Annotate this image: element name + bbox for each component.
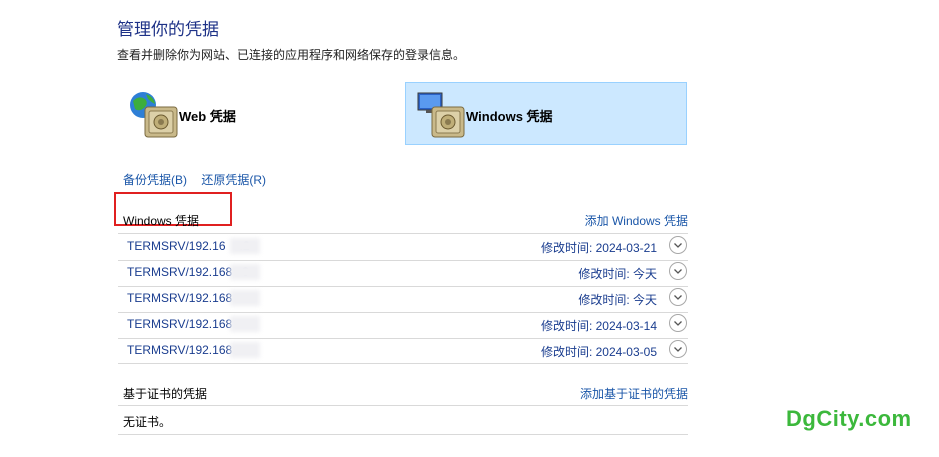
page-title: 管理你的凭据: [117, 20, 219, 39]
windows-credentials-label: Windows 凭据: [466, 109, 553, 124]
no-certificates-text: 无证书。: [123, 415, 172, 429]
expand-chevron-icon[interactable]: [669, 262, 687, 280]
web-credentials-tile[interactable]: Web 凭据: [118, 82, 388, 145]
expand-chevron-icon[interactable]: [669, 340, 687, 358]
credential-modified: 修改时间: 今天: [578, 293, 657, 307]
credential-modified: 修改时间: 2024-03-14: [540, 319, 657, 333]
divider: [118, 434, 688, 435]
credential-name: TERMSRV/192.168: [127, 291, 233, 305]
credential-row[interactable]: TERMSRV/192.168 修改时间: 2024-03-14: [118, 312, 688, 338]
redacted-area: [230, 238, 260, 254]
restore-credentials-link[interactable]: 还原凭据(R): [201, 173, 266, 187]
windows-credentials-tile[interactable]: Windows 凭据: [405, 82, 687, 145]
credential-modified: 修改时间: 2024-03-05: [540, 345, 657, 359]
add-certificate-credential-link[interactable]: 添加基于证书的凭据: [580, 385, 688, 402]
credential-row[interactable]: TERMSRV/192.16.2 修改时间: 2024-03-21: [118, 234, 688, 260]
credential-row[interactable]: TERMSRV/192.168 修改时间: 2024-03-05: [118, 338, 688, 364]
credential-modified: 修改时间: 2024-03-21: [540, 241, 657, 255]
certificate-credentials-section-title: 基于证书的凭据: [123, 387, 208, 401]
web-credential-safe-icon: [130, 92, 178, 138]
credential-modified: 修改时间: 今天: [578, 267, 657, 281]
windows-credentials-section-title: Windows 凭据: [123, 214, 200, 228]
redacted-area: [230, 342, 260, 358]
watermark: DgCity.com: [786, 406, 912, 431]
redacted-area: [230, 264, 260, 280]
redacted-area: [230, 316, 260, 332]
credential-name: TERMSRV/192.168: [127, 343, 233, 357]
credential-row[interactable]: TERMSRV/192.1683 修改时间: 今天: [118, 260, 688, 286]
windows-credential-safe-icon: [417, 92, 465, 138]
page-description: 查看并删除你为网站、已连接的应用程序和网络保存的登录信息。: [117, 48, 466, 62]
credential-row[interactable]: TERMSRV/192.168 修改时间: 今天: [118, 286, 688, 312]
divider: [118, 405, 688, 406]
expand-chevron-icon[interactable]: [669, 314, 687, 332]
web-credentials-label: Web 凭据: [179, 109, 236, 124]
add-windows-credential-link[interactable]: 添加 Windows 凭据: [585, 212, 688, 229]
backup-restore-links: 备份凭据(B) 还原凭据(R): [123, 171, 277, 188]
divider: [118, 363, 688, 364]
redacted-area: [230, 290, 260, 306]
backup-credentials-link[interactable]: 备份凭据(B): [123, 173, 187, 187]
expand-chevron-icon[interactable]: [669, 288, 687, 306]
credential-name: TERMSRV/192.168: [127, 317, 233, 331]
expand-chevron-icon[interactable]: [669, 236, 687, 254]
